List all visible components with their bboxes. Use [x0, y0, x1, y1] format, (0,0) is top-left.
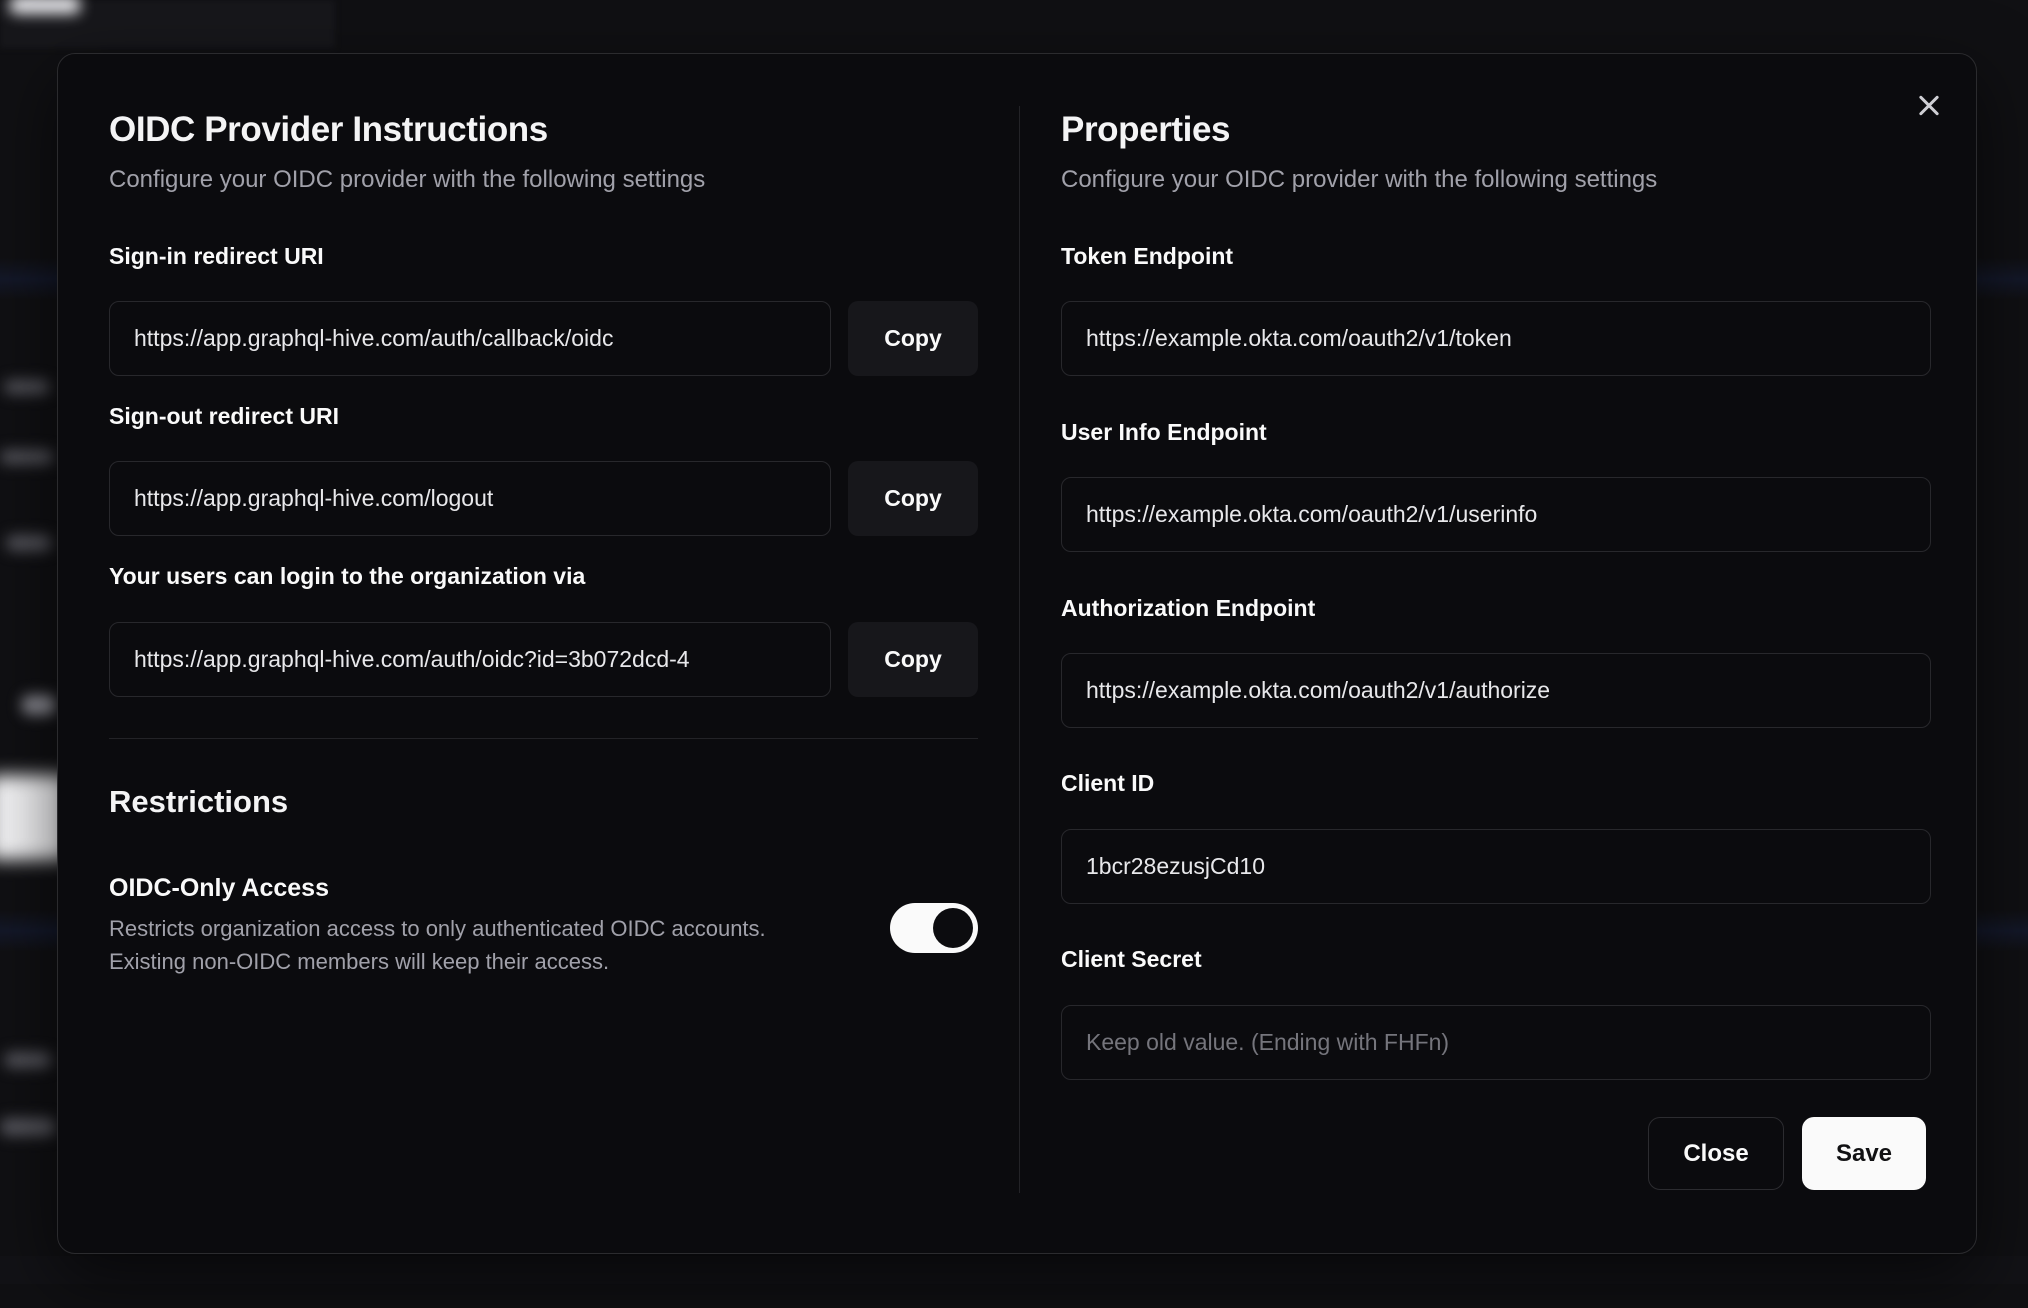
- client-secret-input[interactable]: [1061, 1005, 1931, 1080]
- oidc-only-access-toggle[interactable]: [890, 903, 978, 953]
- signin-redirect-input[interactable]: [109, 301, 831, 376]
- userinfo-endpoint-input[interactable]: [1061, 477, 1931, 552]
- restrictions-title: Restrictions: [109, 784, 289, 819]
- signout-redirect-label: Sign-out redirect URI: [109, 403, 340, 429]
- copy-login-url-button[interactable]: Copy: [848, 622, 978, 697]
- userinfo-endpoint-label: User Info Endpoint: [1061, 419, 1267, 445]
- background-text-smudge: [0, 450, 54, 464]
- login-url-label: Your users can login to the organization…: [109, 563, 586, 589]
- authorization-endpoint-label: Authorization Endpoint: [1061, 595, 1316, 621]
- background-text-smudge: [4, 380, 50, 394]
- description-line1: Restricts organization access to only au…: [109, 916, 766, 941]
- oidc-settings-modal: OIDC Provider Instructions Configure you…: [57, 53, 1977, 1254]
- close-button[interactable]: Close: [1648, 1117, 1784, 1190]
- copy-signin-button[interactable]: Copy: [848, 301, 978, 376]
- close-icon[interactable]: [1913, 90, 1945, 122]
- background-text-smudge: [6, 535, 52, 551]
- authorization-endpoint-input[interactable]: [1061, 653, 1931, 728]
- client-id-label: Client ID: [1061, 770, 1155, 796]
- background-text-smudge: [22, 695, 56, 715]
- background-text-smudge: [4, 1052, 52, 1068]
- section-divider: [109, 738, 978, 739]
- signout-redirect-input[interactable]: [109, 461, 831, 536]
- copy-signout-button[interactable]: Copy: [848, 461, 978, 536]
- client-secret-label: Client Secret: [1061, 946, 1202, 972]
- login-url-input[interactable]: [109, 622, 831, 697]
- token-endpoint-input[interactable]: [1061, 301, 1931, 376]
- instructions-subtitle: Configure your OIDC provider with the fo…: [109, 166, 706, 193]
- signin-redirect-label: Sign-in redirect URI: [109, 243, 324, 269]
- token-endpoint-label: Token Endpoint: [1061, 243, 1234, 269]
- save-button[interactable]: Save: [1802, 1117, 1926, 1190]
- background-bottom-strip: [0, 1256, 2028, 1284]
- background-topbar-smudge: [10, 0, 80, 14]
- oidc-only-access-description: Restricts organization access to only au…: [109, 912, 849, 978]
- client-id-input[interactable]: [1061, 829, 1931, 904]
- background-text-smudge: [0, 1118, 56, 1136]
- oidc-only-access-label: OIDC-Only Access: [109, 874, 329, 902]
- instructions-title: OIDC Provider Instructions: [109, 110, 548, 149]
- properties-subtitle: Configure your OIDC provider with the fo…: [1061, 166, 1658, 193]
- column-divider: [1019, 106, 1020, 1193]
- properties-title: Properties: [1061, 110, 1231, 149]
- toggle-knob: [933, 908, 973, 948]
- description-line2: Existing non-OIDC members will keep thei…: [109, 949, 610, 974]
